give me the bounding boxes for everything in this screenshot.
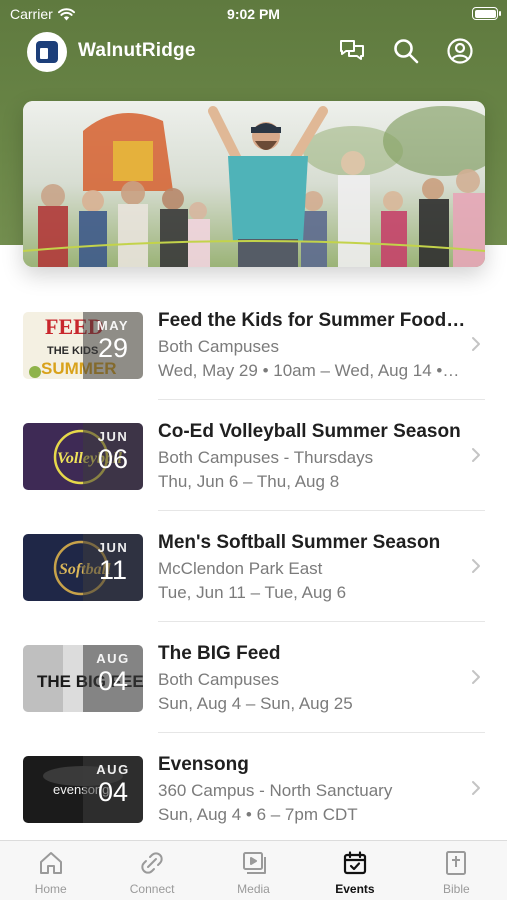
- search-icon[interactable]: [391, 36, 421, 66]
- chat-icon[interactable]: [337, 36, 367, 66]
- event-location: Both Campuses: [158, 670, 279, 689]
- event-dates: Sun, Aug 4 • 6 – 7pm CDT: [158, 805, 358, 824]
- event-title: Men's Softball Summer Season: [158, 532, 441, 553]
- event-item[interactable]: Softball JUN 11 Men's Softball Summer Se…: [0, 511, 507, 622]
- event-month: JUN: [97, 540, 129, 555]
- event-date-badge: JUN 06: [83, 423, 143, 490]
- hero-banner[interactable]: [23, 101, 485, 267]
- tab-label: Bible: [442, 882, 470, 896]
- event-thumbnail: Volleyball JUN 06: [23, 423, 143, 490]
- event-day: 29: [97, 333, 129, 363]
- calendar-icon: [343, 851, 367, 875]
- event-location: McClendon Park East: [158, 559, 323, 578]
- event-title: The BIG Feed: [158, 643, 281, 664]
- tab-events[interactable]: Events: [304, 841, 405, 900]
- event-date-badge: JUN 11: [83, 534, 143, 601]
- chevron-right-icon: [472, 559, 480, 573]
- events-list: FEED THE KIDS SUMMER MAY 29 Feed the Kid…: [0, 289, 507, 844]
- event-title: Co-Ed Volleyball Summer Season: [158, 421, 461, 442]
- media-icon: [242, 852, 266, 874]
- event-date-badge: AUG 04: [83, 756, 143, 823]
- tab-label: Home: [34, 882, 67, 896]
- hero-photo: [23, 101, 485, 267]
- app-title: WalnutRidge: [78, 40, 196, 61]
- event-title: Feed the Kids for Summer Food Drive: [158, 310, 468, 331]
- tab-label: Media: [237, 882, 270, 896]
- status-bar: Carrier 9:02 PM: [0, 0, 507, 28]
- chevron-right-icon: [472, 337, 480, 351]
- event-day: 04: [97, 666, 129, 696]
- event-item[interactable]: evensong AUG 04 Evensong 360 Campus - No…: [0, 733, 507, 844]
- home-icon: [39, 852, 62, 874]
- bible-icon: [446, 851, 467, 875]
- tab-connect[interactable]: Connect: [101, 841, 202, 900]
- event-dates: Wed, May 29 • 10am – Wed, Aug 14 • 12pm: [158, 361, 464, 380]
- chevron-right-icon: [472, 448, 480, 462]
- event-day: 11: [98, 555, 128, 585]
- event-month: MAY: [96, 318, 130, 333]
- battery-icon: [472, 7, 501, 20]
- event-item[interactable]: THE BIG FEED AUG 04 The BIG Feed Both Ca…: [0, 622, 507, 733]
- tab-bar: Home Connect Media Events Bible: [0, 840, 507, 900]
- event-item[interactable]: Volleyball JUN 06 Co-Ed Volleyball Summe…: [0, 400, 507, 511]
- tab-label: Connect: [129, 882, 175, 896]
- status-time: 9:02 PM: [227, 6, 280, 22]
- event-location: 360 Campus - North Sanctuary: [158, 781, 393, 800]
- event-date-badge: AUG 04: [83, 645, 143, 712]
- event-location: Both Campuses: [158, 337, 279, 356]
- event-day: 06: [97, 444, 129, 474]
- event-date-badge: MAY 29: [83, 312, 143, 379]
- event-location: Both Campuses - Thursdays: [158, 448, 374, 467]
- app-header: WalnutRidge: [0, 30, 507, 76]
- event-dates: Thu, Jun 6 – Thu, Aug 8: [158, 472, 340, 491]
- logo-mark: [36, 41, 58, 63]
- event-thumbnail: evensong AUG 04: [23, 756, 143, 823]
- chevron-right-icon: [472, 670, 480, 684]
- tab-label: Events: [335, 882, 375, 896]
- tab-media[interactable]: Media: [203, 841, 304, 900]
- event-month: AUG: [96, 651, 130, 666]
- event-dates: Sun, Aug 4 – Sun, Aug 25: [158, 694, 353, 713]
- event-thumbnail: FEED THE KIDS SUMMER MAY 29: [23, 312, 143, 379]
- chevron-right-icon: [472, 781, 480, 795]
- event-day: 04: [97, 777, 129, 807]
- tab-bible[interactable]: Bible: [406, 841, 507, 900]
- profile-icon[interactable]: [445, 36, 475, 66]
- app-logo[interactable]: [27, 32, 67, 72]
- connect-icon: [141, 852, 163, 874]
- event-month: JUN: [97, 429, 129, 444]
- event-thumbnail: Softball JUN 11: [23, 534, 143, 601]
- tab-home[interactable]: Home: [0, 841, 101, 900]
- event-item[interactable]: FEED THE KIDS SUMMER MAY 29 Feed the Kid…: [0, 289, 507, 400]
- event-month: AUG: [96, 762, 130, 777]
- event-dates: Tue, Jun 11 – Tue, Aug 6: [158, 583, 347, 602]
- event-title: Evensong: [158, 754, 249, 775]
- event-thumbnail: THE BIG FEED AUG 04: [23, 645, 143, 712]
